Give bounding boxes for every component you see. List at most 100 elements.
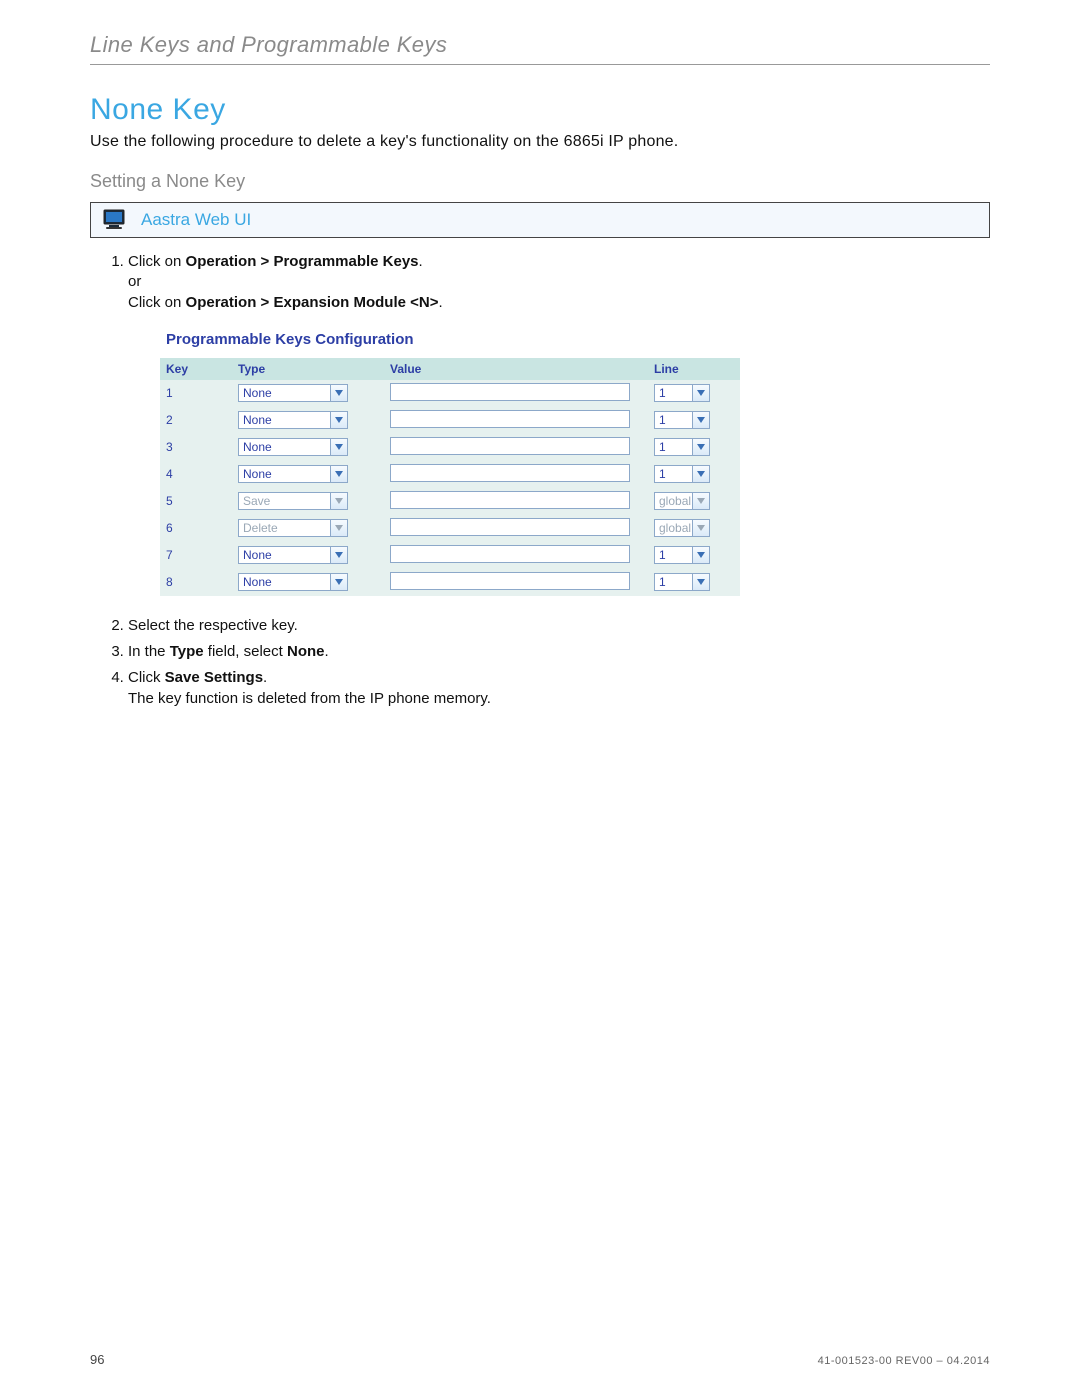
type-select[interactable]: None (238, 465, 348, 483)
chevron-down-icon (692, 493, 709, 509)
cell-key: 6 (160, 515, 232, 542)
step-1-text-d: Click on (128, 294, 186, 311)
table-row: 8 None 1 (160, 569, 740, 596)
step-4-note: The key function is deleted from the IP … (128, 690, 491, 707)
line-select[interactable]: 1 (654, 573, 710, 591)
col-type: Type (232, 358, 384, 380)
step-4: Click Save Settings. The key function is… (128, 668, 990, 709)
value-input[interactable] (390, 383, 630, 401)
line-value: 1 (655, 413, 692, 427)
line-select[interactable]: 1 (654, 411, 710, 429)
value-input[interactable] (390, 545, 630, 563)
config-panel-title: Programmable Keys Configuration (160, 327, 740, 358)
subheading: Setting a None Key (90, 171, 990, 192)
line-select[interactable]: 1 (654, 384, 710, 402)
chevron-down-icon (330, 439, 347, 455)
type-value: None (239, 440, 330, 454)
line-value: 1 (655, 386, 692, 400)
intro-text: Use the following procedure to delete a … (90, 133, 990, 151)
step-4-a: Click (128, 669, 165, 686)
chevron-down-icon (330, 574, 347, 590)
step-4-c: . (263, 669, 267, 686)
line-select[interactable]: 1 (654, 546, 710, 564)
steps-list-top: Click on Operation > Programmable Keys. … (110, 252, 990, 313)
type-select[interactable]: None (238, 384, 348, 402)
table-row: 5 Save global (160, 488, 740, 515)
col-value: Value (384, 358, 648, 380)
type-select: Save (238, 492, 348, 510)
step-3-e: . (324, 643, 328, 660)
chevron-down-icon (330, 466, 347, 482)
chevron-down-icon (692, 466, 709, 482)
type-value: Save (239, 494, 330, 508)
type-value: None (239, 386, 330, 400)
type-value: None (239, 575, 330, 589)
value-input (390, 518, 630, 536)
col-key: Key (160, 358, 232, 380)
type-select[interactable]: None (238, 546, 348, 564)
cell-key: 3 (160, 434, 232, 461)
value-input[interactable] (390, 437, 630, 455)
line-value: global (655, 494, 692, 508)
page-number: 96 (90, 1352, 104, 1367)
line-select: global (654, 492, 710, 510)
step-3-c: field, select (204, 643, 287, 660)
chevron-down-icon (330, 412, 347, 428)
monitor-icon (103, 209, 129, 231)
table-header-row: Key Type Value Line (160, 358, 740, 380)
step-1-path-b: Operation > Expansion Module <N> (186, 294, 439, 311)
step-2: Select the respective key. (128, 616, 990, 636)
line-value: 1 (655, 467, 692, 481)
step-1: Click on Operation > Programmable Keys. … (128, 252, 990, 313)
step-3-d: None (287, 643, 325, 660)
line-select[interactable]: 1 (654, 465, 710, 483)
cell-key: 2 (160, 407, 232, 434)
type-value: Delete (239, 521, 330, 535)
type-value: None (239, 413, 330, 427)
chevron-down-icon (692, 547, 709, 563)
chevron-down-icon (330, 385, 347, 401)
chevron-down-icon (330, 547, 347, 563)
chevron-down-icon (330, 493, 347, 509)
cell-key: 7 (160, 542, 232, 569)
table-row: 3 None 1 (160, 434, 740, 461)
line-select: global (654, 519, 710, 537)
cell-key: 8 (160, 569, 232, 596)
ui-banner-label: Aastra Web UI (141, 210, 251, 230)
chevron-down-icon (330, 520, 347, 536)
type-select[interactable]: None (238, 438, 348, 456)
type-select[interactable]: None (238, 411, 348, 429)
step-1-path-a: Operation > Programmable Keys (186, 253, 419, 270)
table-row: 6 Delete global (160, 515, 740, 542)
line-value: 1 (655, 575, 692, 589)
value-input[interactable] (390, 572, 630, 590)
type-select[interactable]: None (238, 573, 348, 591)
cell-key: 1 (160, 380, 232, 407)
value-input (390, 491, 630, 509)
document-id: 41-001523-00 REV00 – 04.2014 (818, 1355, 990, 1367)
table-row: 4 None 1 (160, 461, 740, 488)
chevron-down-icon (692, 412, 709, 428)
type-value: None (239, 548, 330, 562)
line-value: 1 (655, 440, 692, 454)
chevron-down-icon (692, 574, 709, 590)
step-3: In the Type field, select None. (128, 642, 990, 662)
line-value: global (655, 521, 692, 535)
cell-key: 5 (160, 488, 232, 515)
type-select: Delete (238, 519, 348, 537)
step-1-or: or (128, 273, 141, 290)
chevron-down-icon (692, 439, 709, 455)
table-row: 7 None 1 (160, 542, 740, 569)
page-title: None Key (90, 93, 990, 127)
step-1-text-c: . (419, 253, 423, 270)
cell-key: 4 (160, 461, 232, 488)
top-rule (90, 64, 990, 65)
step-3-b: Type (170, 643, 204, 660)
step-4-b: Save Settings (165, 669, 263, 686)
line-select[interactable]: 1 (654, 438, 710, 456)
chevron-down-icon (692, 520, 709, 536)
step-1-text-f: . (439, 294, 443, 311)
value-input[interactable] (390, 464, 630, 482)
step-3-a: In the (128, 643, 170, 660)
value-input[interactable] (390, 410, 630, 428)
